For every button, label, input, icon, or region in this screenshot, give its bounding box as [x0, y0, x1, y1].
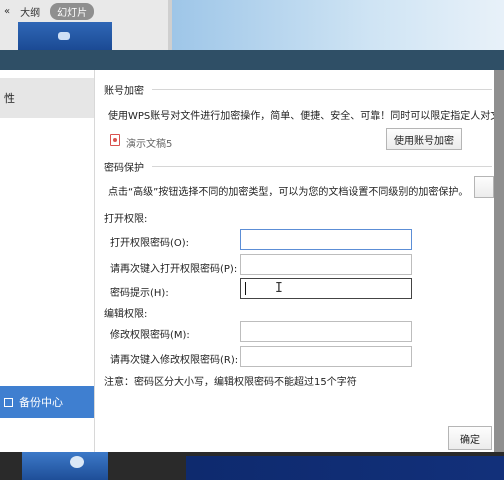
- document-encryption-dialog: 性 备份中心 账号加密 使用WPS账号对文件进行加密操作，简单、便捷、安全、可靠…: [0, 50, 504, 452]
- thumbnail-graphic: [70, 456, 84, 468]
- section-divider: [152, 166, 492, 167]
- text-caret: [245, 282, 246, 295]
- dialog-content: 账号加密 使用WPS账号对文件进行加密操作，简单、便捷、安全、可靠！同时可以限定…: [100, 70, 500, 452]
- confirm-open-password-field[interactable]: [240, 254, 412, 275]
- ok-button[interactable]: 确定: [448, 426, 492, 450]
- account-encrypt-button[interactable]: 使用账号加密: [386, 128, 462, 150]
- confirm-edit-password-label: 请再次键入修改权限密码(R):: [110, 355, 239, 366]
- sidebar-item-properties[interactable]: 性: [0, 78, 94, 118]
- backup-icon: [4, 397, 13, 407]
- sidebar-item-label: 性: [4, 92, 15, 105]
- dialog-titlebar[interactable]: [0, 50, 504, 70]
- collapse-icon[interactable]: «: [4, 6, 10, 17]
- edit-password-label: 修改权限密码(M):: [110, 330, 190, 341]
- password-hint-field[interactable]: I: [240, 278, 412, 299]
- password-note: 注意：密码区分大小写，编辑权限密码不能超过15个字符: [104, 377, 357, 388]
- backup-center-label: 备份中心: [19, 396, 63, 409]
- slide-canvas-lower[interactable]: [186, 456, 504, 480]
- advanced-button[interactable]: [474, 176, 494, 198]
- password-hint-label: 密码提示(H):: [110, 288, 169, 299]
- thumbnail-graphic: [58, 32, 70, 40]
- open-permission-heading: 打开权限:: [104, 214, 148, 225]
- tab-slides[interactable]: 幻灯片: [50, 2, 95, 20]
- presentation-file-icon: [110, 134, 120, 146]
- dialog-footer: [100, 392, 494, 452]
- ibeam-cursor-icon: I: [275, 281, 283, 296]
- open-password-label: 打开权限密码(O):: [110, 238, 190, 249]
- edit-password-field[interactable]: [240, 321, 412, 342]
- section-account-encryption-title: 账号加密: [104, 86, 144, 97]
- edit-permission-heading: 编辑权限:: [104, 309, 148, 320]
- file-name: 演示文稿5: [126, 139, 173, 150]
- slide-thumbnail[interactable]: [18, 22, 112, 50]
- tab-outline[interactable]: 大纲: [20, 4, 40, 19]
- slide-canvas[interactable]: [172, 0, 504, 50]
- password-protection-description: 点击“高级”按钮选择不同的加密类型，可以为您的文档设置不同级别的加密保护。: [108, 187, 469, 198]
- slide-thumbnail-next[interactable]: [22, 452, 108, 480]
- backup-center-button[interactable]: 备份中心: [0, 386, 94, 418]
- dialog-sidebar: 性 备份中心: [0, 70, 95, 452]
- account-encryption-description: 使用WPS账号对文件进行加密操作，简单、便捷、安全、可靠！同时可以限定指定人对文: [108, 111, 501, 122]
- confirm-open-password-label: 请再次键入打开权限密码(P):: [110, 264, 238, 275]
- section-divider: [152, 89, 492, 90]
- view-tabs: « 大纲 幻灯片: [0, 0, 170, 22]
- dialog-edge: [494, 70, 504, 452]
- open-password-field[interactable]: [240, 229, 412, 250]
- section-password-protection-title: 密码保护: [104, 163, 144, 174]
- confirm-edit-password-field[interactable]: [240, 346, 412, 367]
